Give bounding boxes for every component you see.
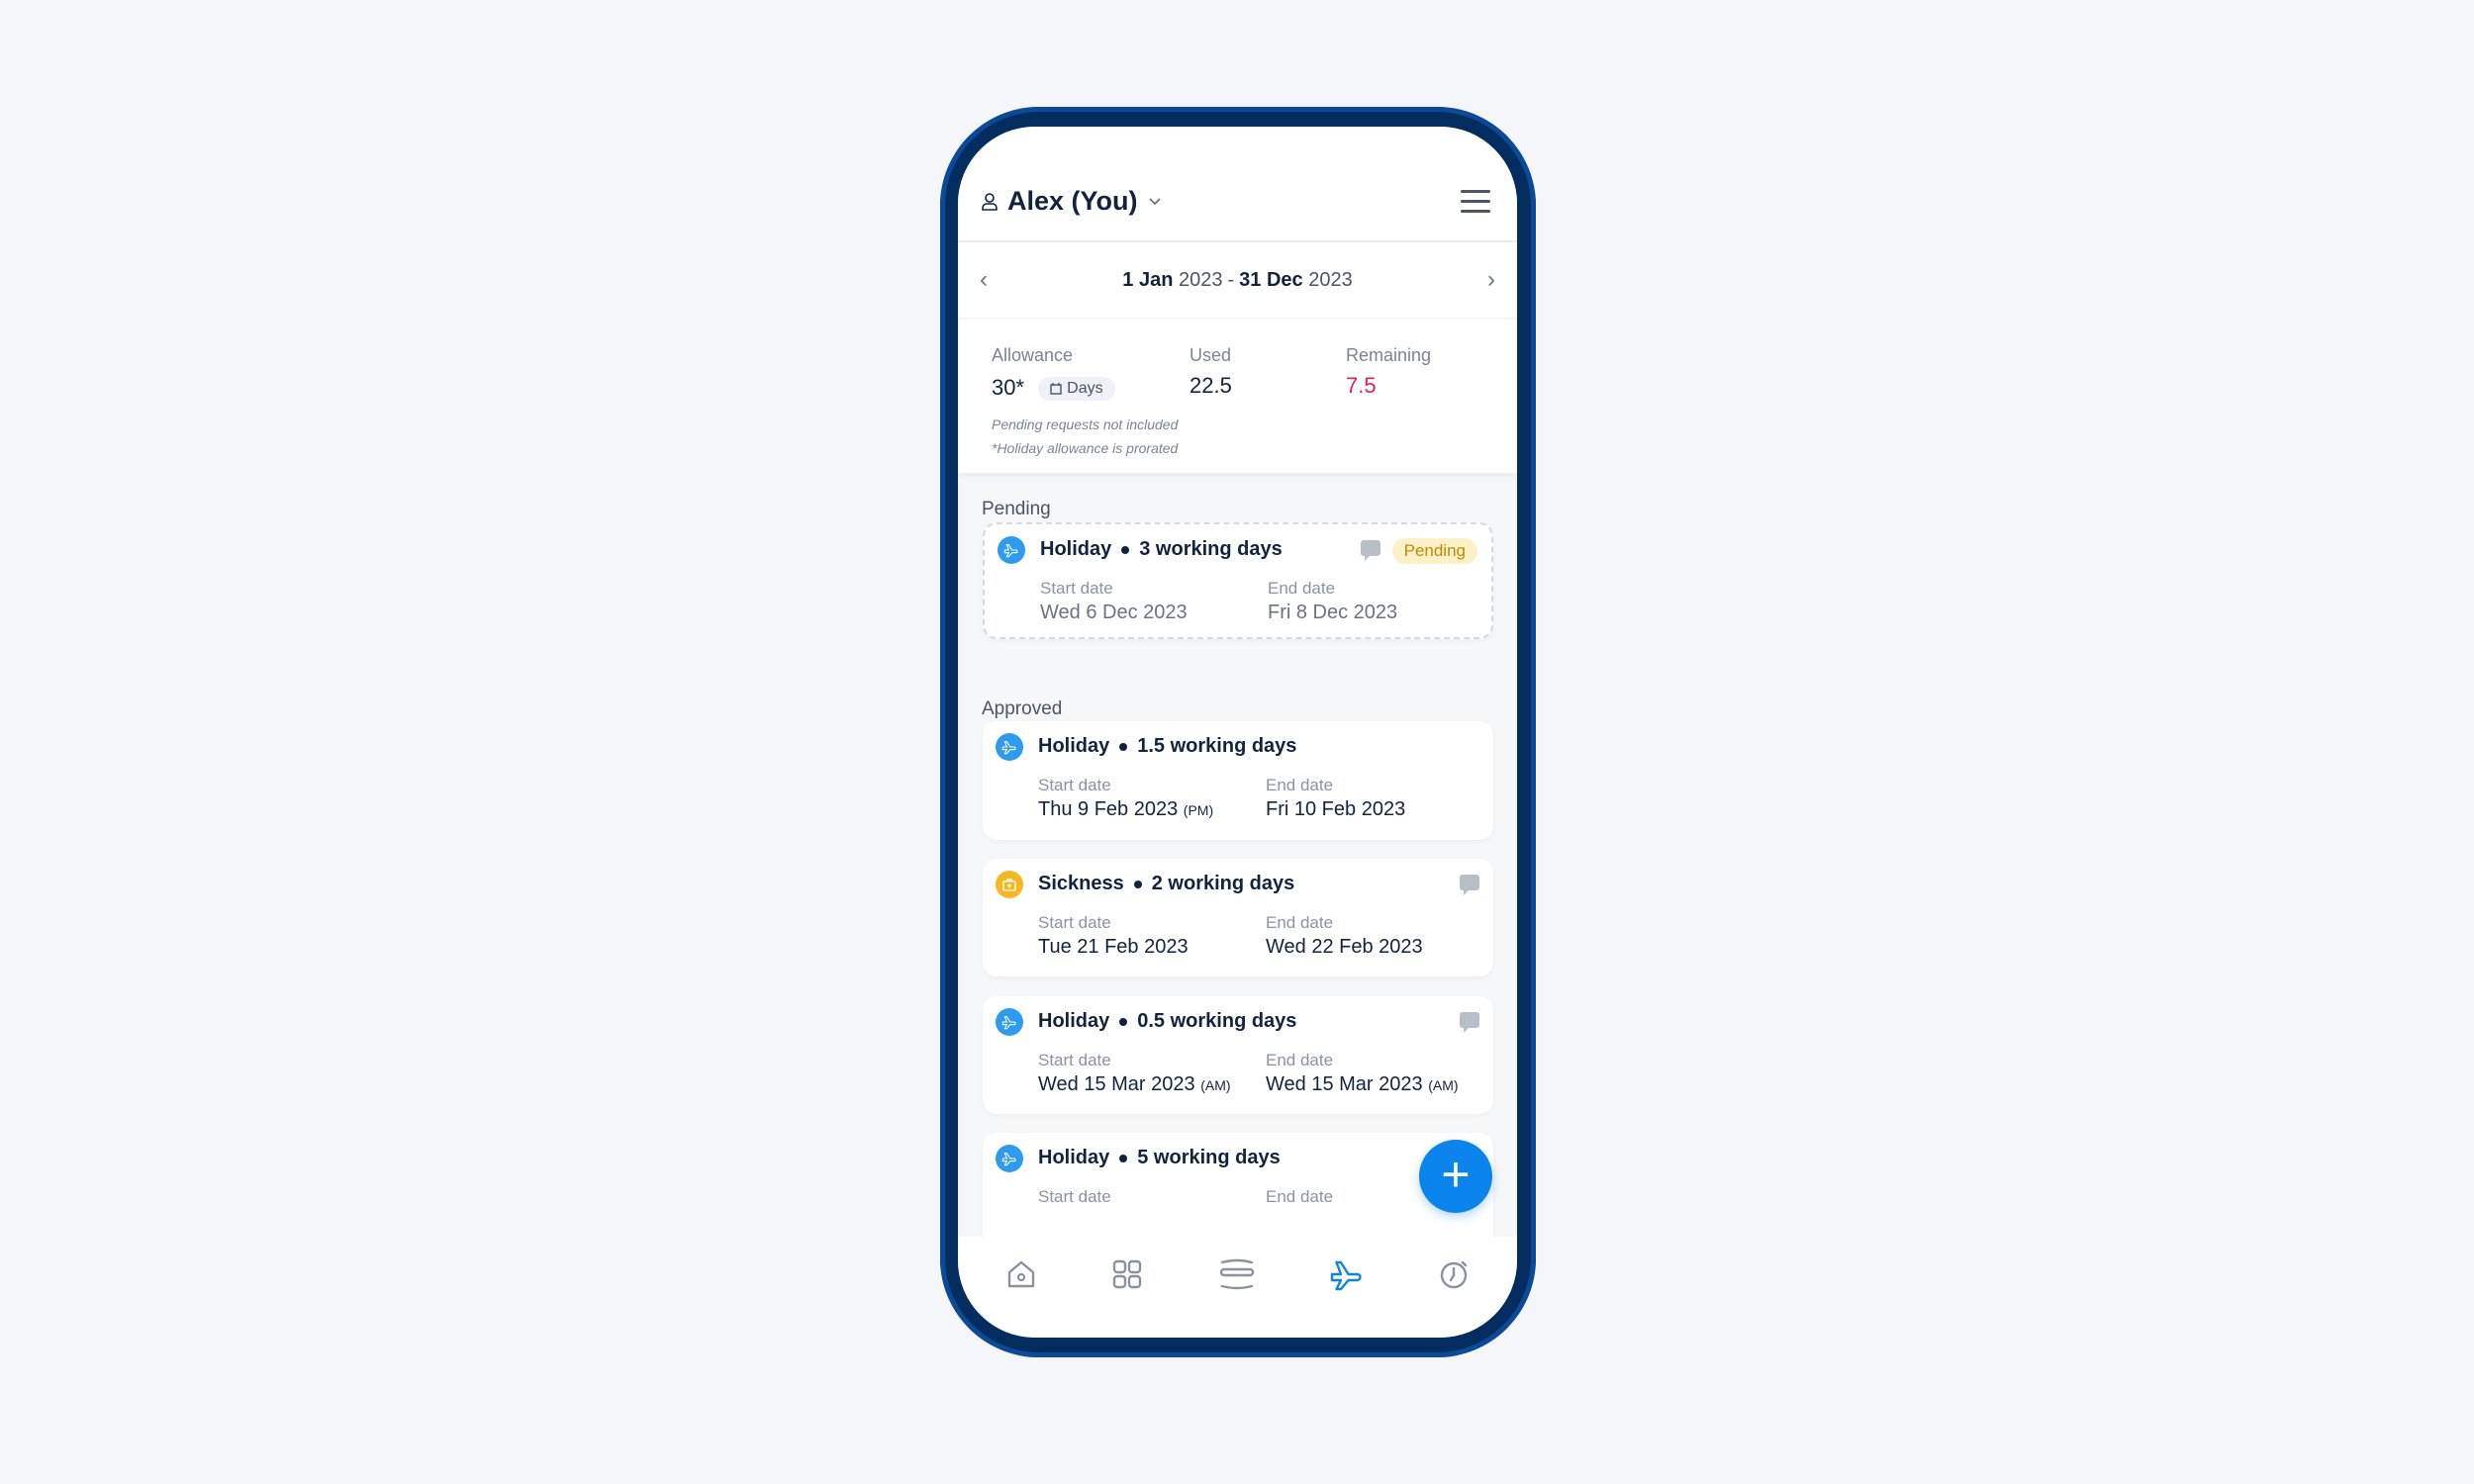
- phone-frame: Alex (You) ‹ 1 Jan 2023 - 31 Dec 2023 › …: [940, 107, 1536, 1357]
- plane-icon[interactable]: [1327, 1254, 1367, 1294]
- start-date-label: Start date: [1038, 913, 1111, 932]
- period-end-year: 2023: [1308, 268, 1353, 291]
- start-date-label: Start date: [1038, 776, 1111, 794]
- approved-section-title: Approved: [982, 698, 1063, 719]
- end-date-label: End date: [1266, 776, 1334, 794]
- holiday-plane-icon: [996, 1008, 1023, 1036]
- user-icon: [982, 192, 998, 211]
- period-start-year: 2023: [1178, 268, 1223, 291]
- used-value: 22.5: [1189, 373, 1232, 398]
- comment-icon[interactable]: [1361, 540, 1380, 561]
- end-date-value: Fri 10 Feb 2023: [1266, 798, 1406, 820]
- end-date-value: Wed 15 Mar 2023: [1266, 1073, 1423, 1095]
- leave-duration: 2 working days: [1151, 873, 1295, 894]
- clock-icon[interactable]: [1434, 1254, 1474, 1294]
- calendar-icon: [1050, 383, 1062, 395]
- approved-request-card[interactable]: Sickness 2 working days Start date Tue 21…: [983, 859, 1493, 976]
- period-selector: ‹ 1 Jan 2023 - 31 Dec 2023 ›: [958, 242, 1517, 318]
- comment-icon[interactable]: [1460, 875, 1479, 895]
- remaining-label: Remaining: [1346, 345, 1432, 365]
- leave-type: Holiday: [1038, 1010, 1110, 1032]
- status-badge: Pending: [1391, 538, 1477, 564]
- chevron-down-icon: [1148, 197, 1161, 205]
- pending-note: Pending requests not included: [992, 417, 1179, 432]
- sickness-medkit-icon: [996, 871, 1023, 898]
- bottom-navigation: [958, 1237, 1517, 1338]
- end-date-value: Fri 8 Dec 2023: [1268, 602, 1398, 623]
- end-date-label: End date: [1266, 913, 1334, 932]
- holiday-plane-icon: [996, 1145, 1023, 1172]
- allowance-label: Allowance: [992, 345, 1074, 365]
- start-date-value: Wed 6 Dec 2023: [1040, 602, 1188, 623]
- leave-type: Holiday: [1038, 1147, 1110, 1168]
- period-separator: -: [1227, 268, 1235, 291]
- holiday-plane-icon: [998, 536, 1025, 564]
- end-date-label: End date: [1266, 1187, 1334, 1206]
- leave-type: Holiday: [1040, 538, 1112, 560]
- approved-request-card[interactable]: Holiday 5 working days Start date End dat…: [983, 1133, 1493, 1251]
- start-date-value: Wed 15 Mar 2023: [1038, 1073, 1195, 1095]
- pending-request-card[interactable]: Holiday 3 working days Pending Start date…: [983, 522, 1493, 639]
- hamburger-menu-icon[interactable]: [1461, 190, 1490, 214]
- remaining-value: 7.5: [1346, 373, 1377, 398]
- add-request-button[interactable]: +: [1419, 1140, 1492, 1213]
- approved-request-card[interactable]: Holiday 1.5 working days Start date Thu 9…: [983, 721, 1493, 840]
- leave-duration: 5 working days: [1137, 1147, 1281, 1168]
- next-period-button[interactable]: ›: [1487, 266, 1495, 294]
- start-date-value: Thu 9 Feb 2023: [1038, 798, 1179, 820]
- period-end-day: 31 Dec: [1239, 268, 1303, 291]
- leave-duration: 1.5 working days: [1137, 735, 1297, 757]
- start-date-value: Tue 21 Feb 2023: [1038, 936, 1189, 958]
- user-name: Alex (You): [1007, 186, 1138, 216]
- previous-period-button[interactable]: ‹: [980, 266, 988, 294]
- leave-type: Sickness: [1038, 873, 1124, 894]
- allowance-value: 30*: [992, 375, 1025, 400]
- start-half-day: (PM): [1183, 802, 1214, 818]
- period-start-day: 1 Jan: [1122, 268, 1174, 291]
- start-date-label: Start date: [1038, 1051, 1111, 1069]
- end-date-label: End date: [1268, 579, 1336, 598]
- home-icon[interactable]: [1001, 1254, 1041, 1294]
- end-date-value: Wed 22 Feb 2023: [1266, 936, 1423, 958]
- start-half-day: (AM): [1200, 1077, 1231, 1093]
- unit-label: Days: [1067, 380, 1103, 398]
- allowance-summary: Allowance 30* Days Used 22.5 Remaining 7…: [958, 320, 1517, 473]
- used-label: Used: [1189, 345, 1232, 365]
- pending-section-title: Pending: [982, 499, 1051, 519]
- comment-icon[interactable]: [1460, 1012, 1479, 1033]
- header: Alex (You): [958, 127, 1517, 242]
- user-switcher[interactable]: Alex (You): [982, 186, 1162, 217]
- unit-toggle[interactable]: Days: [1038, 377, 1115, 402]
- grid-icon[interactable]: [1107, 1254, 1147, 1294]
- holiday-plane-icon: [996, 733, 1023, 761]
- approved-request-card[interactable]: Holiday 0.5 working days Start date Wed 1…: [983, 996, 1493, 1114]
- schedule-icon[interactable]: [1217, 1254, 1257, 1294]
- leave-duration: 3 working days: [1139, 538, 1283, 560]
- leave-duration: 0.5 working days: [1137, 1010, 1297, 1032]
- app-screen: Alex (You) ‹ 1 Jan 2023 - 31 Dec 2023 › …: [958, 127, 1517, 1338]
- prorated-note: *Holiday allowance is prorated: [992, 440, 1179, 456]
- start-date-label: Start date: [1040, 579, 1113, 598]
- end-half-day: (AM): [1428, 1077, 1459, 1093]
- start-date-label: Start date: [1038, 1187, 1111, 1206]
- end-date-label: End date: [1266, 1051, 1334, 1069]
- leave-type: Holiday: [1038, 735, 1110, 757]
